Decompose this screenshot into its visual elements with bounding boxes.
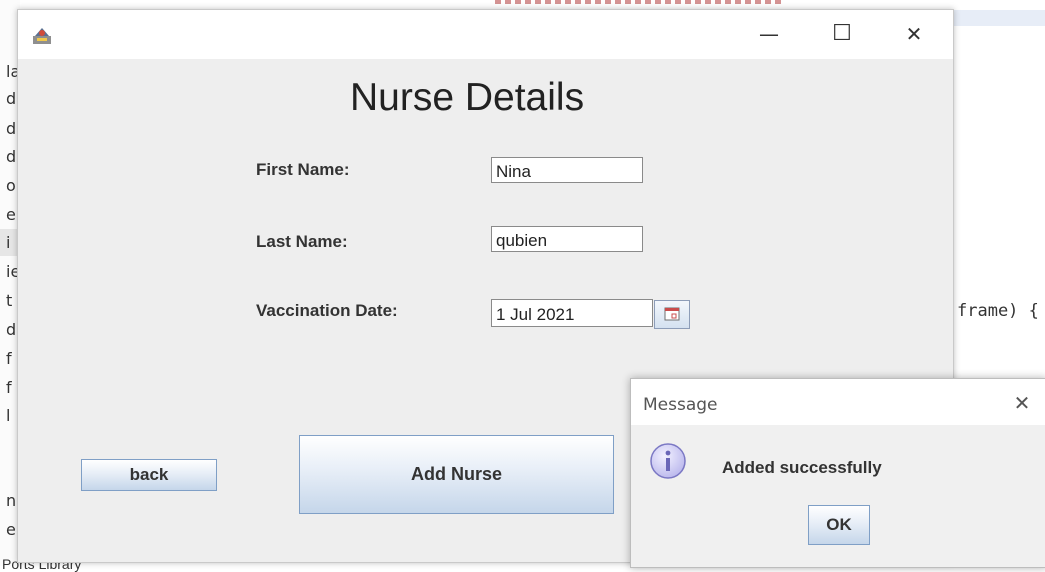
calendar-icon	[664, 307, 680, 321]
editor-gutter-text: t	[6, 291, 13, 310]
last-name-field[interactable]: qubien	[491, 226, 643, 252]
dialog-title: Message	[643, 395, 718, 415]
editor-gutter-text: n	[6, 491, 17, 510]
editor-gutter-text: d	[6, 147, 17, 166]
page-title: Nurse Details	[350, 76, 585, 119]
editor-tab-bar	[952, 10, 1045, 26]
calendar-picker-button[interactable]	[654, 300, 690, 329]
editor-gutter-text: e	[6, 205, 16, 224]
editor-gutter-text: e	[6, 520, 16, 539]
add-nurse-button[interactable]: Add Nurse	[299, 435, 614, 514]
ok-button[interactable]: OK	[808, 505, 870, 545]
editor-code-text: frame) {	[957, 301, 1039, 321]
message-dialog: Message ✕ Added successfully OK	[630, 378, 1045, 568]
first-name-label: First Name:	[256, 160, 350, 179]
editor-gutter-text: f	[6, 378, 12, 397]
editor-gutter-text: d	[6, 89, 17, 108]
dialog-close-button[interactable]: ✕	[1005, 387, 1039, 419]
editor-gutter-text: d	[6, 119, 17, 138]
dialog-message: Added successfully	[722, 458, 882, 477]
back-button[interactable]: back	[81, 459, 217, 491]
editor-gutter-text: o	[6, 176, 16, 195]
info-icon	[650, 443, 686, 479]
maximize-button[interactable]: ☐	[822, 18, 862, 50]
editor-gutter-text: d	[6, 320, 17, 339]
vaccination-date-label: Vaccination Date:	[256, 301, 398, 320]
java-app-icon	[33, 28, 51, 44]
editor-gutter-text: i	[6, 233, 11, 252]
first-name-field[interactable]: Nina	[491, 157, 643, 183]
editor-gutter-text: l	[6, 406, 11, 425]
minimize-button[interactable]: —	[749, 18, 789, 50]
last-name-label: Last Name:	[256, 232, 348, 251]
editor-gutter-text: f	[6, 349, 12, 368]
dialog-titlebar[interactable]: Message ✕	[631, 379, 1045, 425]
close-button[interactable]: ✕	[894, 18, 934, 50]
editor-code-fragment	[495, 0, 785, 4]
window-titlebar[interactable]: — ☐ ✕	[18, 10, 953, 59]
vaccination-date-field[interactable]: 1 Jul 2021	[491, 299, 653, 327]
